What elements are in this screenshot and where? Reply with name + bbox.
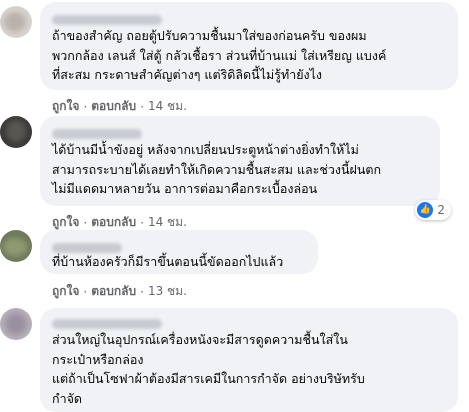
separator: · <box>140 284 144 299</box>
like-button[interactable]: ถูกใจ <box>52 97 79 116</box>
avatar[interactable] <box>0 116 32 148</box>
comment-time[interactable]: 14 ชม. <box>148 97 187 116</box>
separator: · <box>83 99 88 114</box>
like-button[interactable]: ถูกใจ <box>52 282 79 301</box>
comment-time[interactable]: 13 ชม. <box>148 282 187 301</box>
reaction-badge[interactable]: 👍 2 <box>415 200 451 220</box>
avatar[interactable] <box>0 308 32 340</box>
comment-bubble: ถ้าของสำคัญ ถอยตู้ปรับความชื้นมาใส่ของก่… <box>40 2 458 90</box>
comment-actions: ถูกใจ · ตอบกลับ · 13 ชม. <box>52 282 187 301</box>
reply-button[interactable]: ตอบกลับ <box>91 282 136 301</box>
reply-button[interactable]: ตอบกลับ <box>91 97 136 116</box>
avatar[interactable] <box>0 230 32 262</box>
comment-bubble: ที่บ้านห้องครัวก็มีราขึ้นตอนนี้ขัดออกไปแ… <box>40 230 318 274</box>
thumbs-up-icon: 👍 <box>417 202 434 218</box>
reaction-count: 2 <box>437 203 445 217</box>
comment-text: ถ้าของสำคัญ ถอยตู้ปรับความชื้นมาใส่ของก่… <box>52 28 387 82</box>
comment-author[interactable] <box>52 238 306 253</box>
comment-bubble: ได้บ้านมีน้ำขังอยู่ หลังจากเปลี่ยนประตูห… <box>40 116 440 206</box>
comment-text: ที่บ้านห้องครัวก็มีราขึ้นตอนนี้ขัดออกไปแ… <box>52 254 284 269</box>
avatar[interactable] <box>0 6 32 38</box>
separator: · <box>83 215 88 230</box>
comment-text: ส่วนใหญ่ในอุปกรณ์เครื่องหนังจะมีสารดูดคว… <box>52 332 365 406</box>
comment-author[interactable] <box>52 124 428 139</box>
comment-bubble: ส่วนใหญ่ในอุปกรณ์เครื่องหนังจะมีสารดูดคว… <box>40 308 458 412</box>
separator: · <box>140 215 144 230</box>
comment-author[interactable] <box>52 314 446 329</box>
separator: · <box>140 99 144 114</box>
comment-author[interactable] <box>52 10 446 25</box>
separator: · <box>83 284 88 299</box>
comment-text: ได้บ้านมีน้ำขังอยู่ หลังจากเปลี่ยนประตูห… <box>52 142 382 196</box>
comment-actions: ถูกใจ · ตอบกลับ · 14 ชม. <box>52 97 187 116</box>
